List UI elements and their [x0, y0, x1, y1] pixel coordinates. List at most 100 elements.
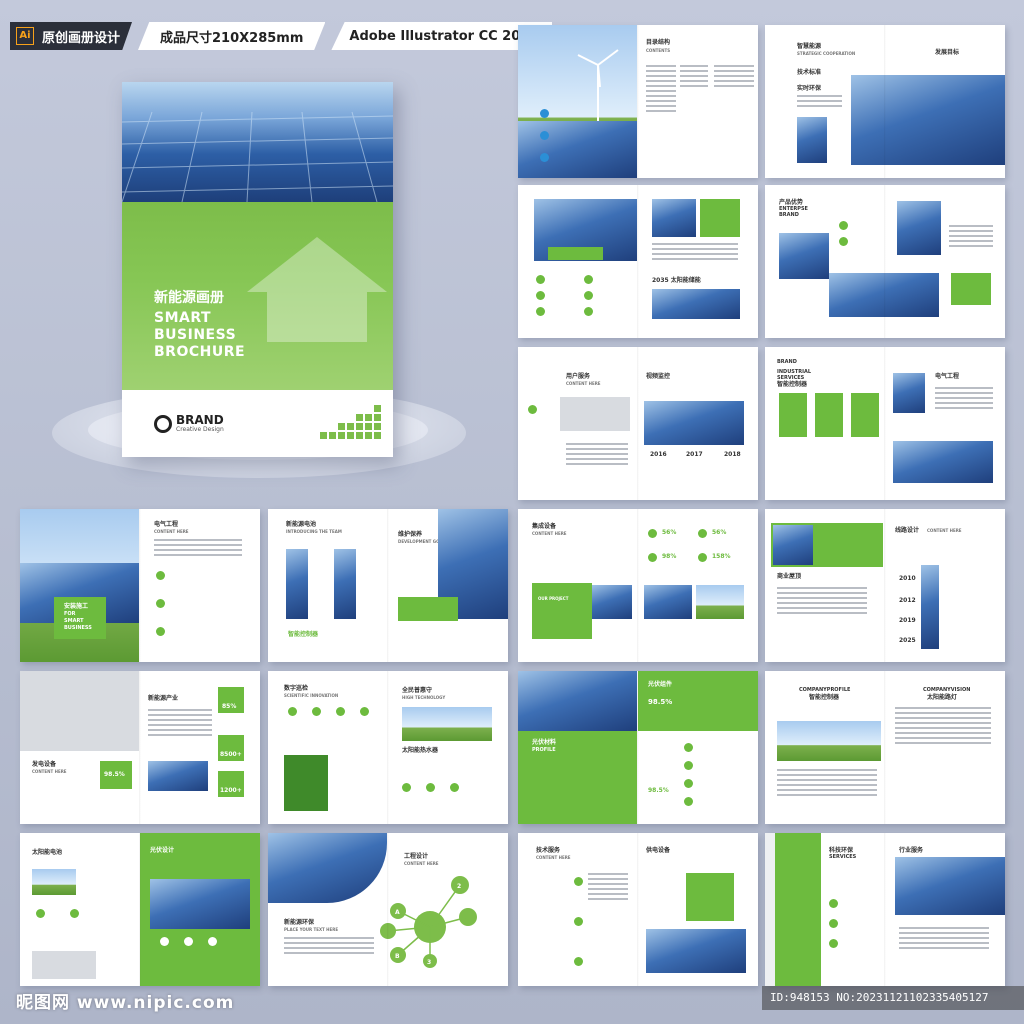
s12-leaf-image	[284, 755, 328, 811]
spread-16: 新能源环保 PLACE YOUR TEXT HERE 工程设计 CONTENT …	[268, 833, 508, 986]
s15-dot	[70, 909, 79, 918]
spread-14: COMPANYPROFILE 智能控制器 COMPANYVISION 太阳能路灯	[765, 671, 1005, 824]
s9-green-box	[532, 583, 592, 639]
toc-solar-image	[518, 121, 637, 178]
s13-dot	[684, 761, 693, 770]
s14-d: 太阳能路灯	[927, 694, 958, 701]
s13-b: 98.5%	[648, 698, 673, 706]
s10-y1: 2010	[899, 575, 916, 582]
s16-lines	[284, 937, 374, 957]
s8-images-2	[334, 549, 356, 619]
s14-lines-2	[895, 707, 991, 747]
spread-2: 智慧能源 STRATEGIC COOPERATION 发展目标 技术标准 实时环…	[765, 25, 1005, 178]
s17-green-box	[686, 873, 734, 921]
spread-15: 太阳能电池 光伏设计	[20, 833, 260, 986]
s3-image-2	[652, 199, 696, 237]
s5-y1: 2016	[650, 451, 667, 458]
s17-dot	[574, 957, 583, 966]
s6-image	[893, 373, 925, 413]
s12-house-image	[402, 707, 492, 741]
s18-c: 行业服务	[899, 847, 924, 854]
s6-c: 智能控制器	[777, 381, 808, 388]
s4-sub2: BRAND	[779, 212, 799, 218]
s7-dot	[156, 627, 165, 636]
s2-tech: 技术标准	[797, 69, 822, 76]
spread-8: 新能源电池 INTRODUCING THE TEAM 维护保养 DEVELOPM…	[268, 509, 508, 662]
s3-image-3	[652, 289, 740, 319]
s13-a: 光伏组件	[648, 681, 673, 688]
s18-green-strip	[775, 833, 821, 986]
s16-c: 新能源环保	[284, 919, 315, 926]
s9-image-2	[644, 585, 692, 619]
spread-10: 商业屋顶 线路设计 CONTENT HERE 2010 2012 2019 20…	[765, 509, 1005, 662]
cover-title-cn: 新能源画册	[154, 290, 224, 306]
s17-c: 供电设备	[646, 847, 671, 854]
s9-p4: 158%	[712, 553, 731, 560]
s18-dot	[829, 939, 838, 948]
s15-battery-image	[32, 951, 96, 979]
s16-bubble-diagram-icon	[380, 876, 477, 968]
s6-grid-images	[893, 441, 993, 483]
s17-dot	[574, 877, 583, 886]
s2-title: 智慧能源	[797, 43, 822, 50]
s10-y4: 2025	[899, 637, 916, 644]
s6-d: 电气工程	[935, 373, 960, 380]
s9-p1: 56%	[662, 529, 677, 536]
s9-project: OUR PROJECT	[538, 596, 569, 601]
s6-lines	[935, 387, 993, 412]
s5-grey-box	[560, 397, 630, 431]
s15-a: 太阳能电池	[32, 849, 63, 856]
tag-size: 成品尺寸210X285mm	[138, 22, 326, 50]
solar-grid-icon	[122, 111, 393, 202]
s4-image-3	[829, 273, 939, 317]
illustrator-icon: Ai	[16, 27, 34, 45]
s16-d: PLACE YOUR TEXT HERE	[284, 927, 339, 932]
toc-title: 目录结构	[646, 39, 671, 46]
s11-title: 新能源产业	[148, 695, 179, 702]
s15-b: 光伏设计	[150, 847, 175, 854]
s4-image-2	[897, 201, 941, 255]
s9-dot	[648, 529, 657, 538]
s3-label-box	[548, 247, 603, 260]
s3-dot	[536, 275, 545, 284]
cover-title: 新能源画册 SMART BUSINESS BROCHURE	[154, 290, 245, 361]
s7-dot	[156, 599, 165, 608]
tag-original-design: Ai 原创画册设计	[10, 22, 133, 50]
spread-toc: 目录结构 CONTENTS	[518, 25, 758, 178]
spread-12: 数字巡检 SCIENTIFIC INNOVATION 全民普惠守 HIGH TE…	[268, 671, 508, 824]
s17-lines	[588, 873, 628, 903]
s4-title: 产品优势	[779, 199, 804, 206]
toc-dot	[540, 109, 549, 118]
image-id-bar: ID:948153 NO:20231121102335405127	[762, 986, 1024, 1010]
cover-title-en-1: SMART	[154, 310, 212, 326]
s11-d: 98.5%	[104, 771, 125, 778]
s12-dot	[402, 783, 411, 792]
s12-dot	[288, 707, 297, 716]
s10-sub: CONTENT HERE	[927, 528, 962, 533]
s14-b: 智能控制器	[809, 694, 840, 701]
s13-solar-image	[518, 671, 637, 731]
s12-dot	[426, 783, 435, 792]
s5-y2: 2017	[686, 451, 703, 458]
spread-3: 2035 太阳能储能	[518, 185, 758, 338]
s8-title: 新能源电池	[286, 521, 317, 528]
s13-d: 光伏材料	[532, 739, 557, 746]
s2-sub: STRATEGIC COOPERATION	[797, 51, 856, 56]
s12-dot	[450, 783, 459, 792]
s7-sub: CONTENT HERE	[154, 529, 189, 534]
spread-17: 技术服务 CONTENT HERE 供电设备	[518, 833, 758, 986]
s12-dot	[312, 707, 321, 716]
s2-lines	[797, 95, 842, 110]
s7-dot	[156, 571, 165, 580]
brand-sub: Creative Design	[176, 426, 224, 433]
s14-wind-image	[777, 721, 881, 761]
spread-5: 用户服务 CONTENT HERE 视频监控 2016 2017 2018	[518, 347, 758, 500]
s15-dot	[160, 937, 169, 946]
s5-solar-image	[644, 401, 744, 445]
s4-green-box	[951, 273, 991, 305]
s5-dot	[528, 405, 537, 414]
s9-p3: 98%	[662, 553, 677, 560]
s13-dot	[684, 797, 693, 806]
s6-flow-box-2	[815, 393, 843, 437]
house-icon	[247, 237, 387, 342]
